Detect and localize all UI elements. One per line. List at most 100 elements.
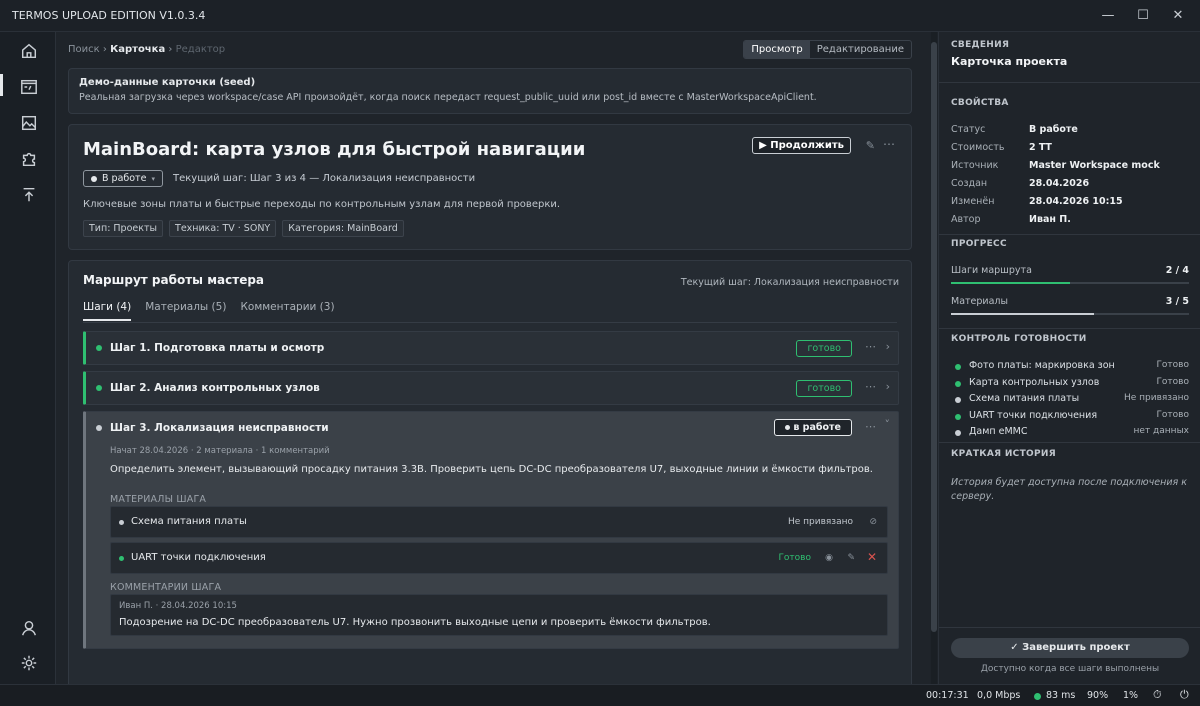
check-state: нет данных: [1133, 426, 1189, 436]
details-panel: СВЕДЕНИЯ Карточка проекта СВОЙСТВА Стату…: [938, 32, 1200, 684]
divider: [939, 442, 1200, 443]
tab-materials[interactable]: Материалы (5): [145, 301, 226, 321]
tab-comments[interactable]: Комментарии (3): [240, 301, 334, 321]
edit-pencil-icon[interactable]: ✎: [866, 139, 875, 152]
more-options-icon[interactable]: ⋯: [883, 137, 895, 151]
step-name[interactable]: Шаг 3. Локализация неисправности: [110, 422, 329, 434]
breadcrumb-card[interactable]: Карточка: [110, 44, 165, 55]
delete-icon[interactable]: ✕: [867, 550, 877, 564]
more-options-icon[interactable]: ⋯: [865, 380, 876, 393]
seed-description: Реальная загрузка через workspace/case A…: [79, 92, 817, 103]
maximize-button[interactable]: ☐: [1133, 6, 1153, 26]
route-card: Маршрут работы мастера Текущий шаг: Лока…: [68, 260, 912, 684]
status-badge-label: в работе: [793, 422, 841, 433]
check-state: Готово: [1156, 409, 1189, 420]
progress-section-label: ПРОГРЕСС: [951, 239, 1007, 249]
scrollbar-thumb[interactable]: [931, 42, 937, 632]
finish-project-button[interactable]: ✓ Завершить проект: [951, 638, 1189, 658]
step-row-2[interactable]: Шаг 2. Анализ контрольных узлов готово ⋯…: [83, 371, 899, 405]
status-bar: 00:17:31 0,0 Mbps 83 ms 90% 1% ⏱ ⏻: [0, 684, 1200, 706]
minimize-button[interactable]: —: [1098, 6, 1118, 26]
more-options-icon[interactable]: ⋯: [865, 340, 876, 353]
step-row-3-expanded: Шаг 3. Локализация неисправности в работ…: [83, 411, 899, 649]
gear-icon[interactable]: [18, 652, 40, 674]
chevron-right-icon[interactable]: ›: [886, 380, 890, 393]
continue-button[interactable]: ▶ Продолжить: [752, 137, 851, 154]
terminal-icon[interactable]: [18, 76, 40, 98]
view-mode-button[interactable]: Просмотр: [744, 41, 810, 58]
property-value: Master Workspace mock: [1029, 160, 1160, 171]
status-badge: в работе: [774, 419, 852, 436]
eye-icon[interactable]: ◉: [825, 553, 833, 563]
main-content: Поиск › Карточка › Редактор Просмотр Ред…: [56, 32, 930, 684]
material-name: UART точки подключения: [131, 552, 266, 563]
history-section-label: КРАТКАЯ ИСТОРИЯ: [951, 449, 1056, 459]
status-dropdown[interactable]: В работе ▾: [83, 170, 163, 187]
status-badge: готово: [796, 340, 852, 357]
step-status-dot: [96, 385, 102, 391]
session-time: 00:17:31: [926, 690, 969, 701]
divider: [939, 627, 1200, 628]
window-title: TERMOS UPLOAD EDITION V1.0.3.4: [12, 9, 206, 22]
material-row[interactable]: Схема питания платы Не привязано ⊘: [110, 506, 888, 538]
check-label: Фото платы: маркировка зон: [969, 360, 1115, 371]
materials-section-label: МАТЕРИАЛЫ ШАГА: [110, 494, 207, 505]
edit-mode-button[interactable]: Редактирование: [810, 41, 911, 58]
check-label: Схема питания платы: [969, 393, 1080, 404]
edit-pencil-icon[interactable]: ✎: [847, 553, 855, 563]
sidebar: [0, 32, 56, 684]
property-value: Иван П.: [1029, 214, 1071, 225]
project-header-card: MainBoard: карта узлов для быстрой навиг…: [68, 124, 912, 250]
progress-row: Шаги маршрута 2 / 4: [951, 265, 1189, 284]
progress-fill: [951, 282, 1070, 284]
divider: [939, 82, 1200, 83]
material-row[interactable]: UART точки подключения Готово ◉ ✎ ✕: [110, 542, 888, 574]
progress-label: Материалы: [951, 296, 1008, 307]
step-name: Шаг 2. Анализ контрольных узлов: [110, 382, 320, 394]
network-speed: 0,0 Mbps: [977, 690, 1021, 701]
home-icon[interactable]: [18, 40, 40, 62]
step-description: Определить элемент, вызывающий просадку …: [110, 464, 873, 475]
property-key: Стоимость: [951, 142, 1005, 153]
close-window-button[interactable]: ✕: [1168, 6, 1188, 26]
step-row-1[interactable]: Шаг 1. Подготовка платы и осмотр готово …: [83, 331, 899, 365]
property-key: Автор: [951, 214, 981, 225]
breadcrumb-editor[interactable]: Редактор: [176, 44, 226, 55]
tab-divider: [83, 322, 897, 323]
user-icon[interactable]: [18, 617, 40, 639]
check-state: Готово: [1156, 376, 1189, 387]
progress-bar: [951, 282, 1189, 284]
finish-note: Доступно когда все шаги выполнены: [980, 664, 1160, 674]
step-meta: Начат 28.04.2026 · 2 материала · 1 комме…: [110, 446, 330, 456]
property-value: В работе: [1029, 124, 1078, 135]
comment-item: Иван П. · 28.04.2026 10:15 Подозрение на…: [110, 594, 888, 636]
puzzle-icon[interactable]: [18, 148, 40, 170]
property-key: Изменён: [951, 196, 995, 207]
sidebar-active-indicator: [0, 74, 3, 96]
property-key: Источник: [951, 160, 999, 171]
power-icon[interactable]: ⏻: [1180, 688, 1189, 702]
tab-steps[interactable]: Шаги (4): [83, 301, 132, 321]
material-state: Готово: [778, 553, 811, 563]
check-state: Не привязано: [1123, 393, 1189, 403]
image-icon[interactable]: [18, 112, 40, 134]
more-options-icon[interactable]: ⋯: [865, 420, 876, 433]
details-section-label: СВЕДЕНИЯ: [951, 40, 1010, 50]
route-current-step: Текущий шаг: Локализация неисправности: [680, 277, 899, 288]
main-scrollbar[interactable]: [931, 32, 937, 684]
seed-notice: Демо-данные карточки (seed) Реальная заг…: [68, 68, 912, 114]
seed-title: Демо-данные карточки (seed): [79, 77, 256, 88]
memory-usage: 1%: [1123, 690, 1139, 701]
breadcrumb-search[interactable]: Поиск: [68, 44, 100, 55]
chevron-right-icon[interactable]: ›: [886, 340, 890, 353]
material-name: Схема питания платы: [131, 516, 247, 527]
upload-icon[interactable]: [18, 184, 40, 206]
stopwatch-icon[interactable]: ⏱: [1153, 688, 1162, 702]
property-value: 28.04.2026 10:15: [1029, 196, 1123, 207]
property-value: 2 ТТ: [1029, 142, 1052, 153]
chevron-down-icon[interactable]: ˅: [885, 418, 891, 431]
eye-off-icon[interactable]: ⊘: [869, 517, 877, 527]
comments-section-label: КОММЕНТАРИИ ШАГА: [110, 582, 222, 593]
status-dot: [91, 175, 97, 182]
progress-row: Материалы 3 / 5: [951, 296, 1189, 315]
